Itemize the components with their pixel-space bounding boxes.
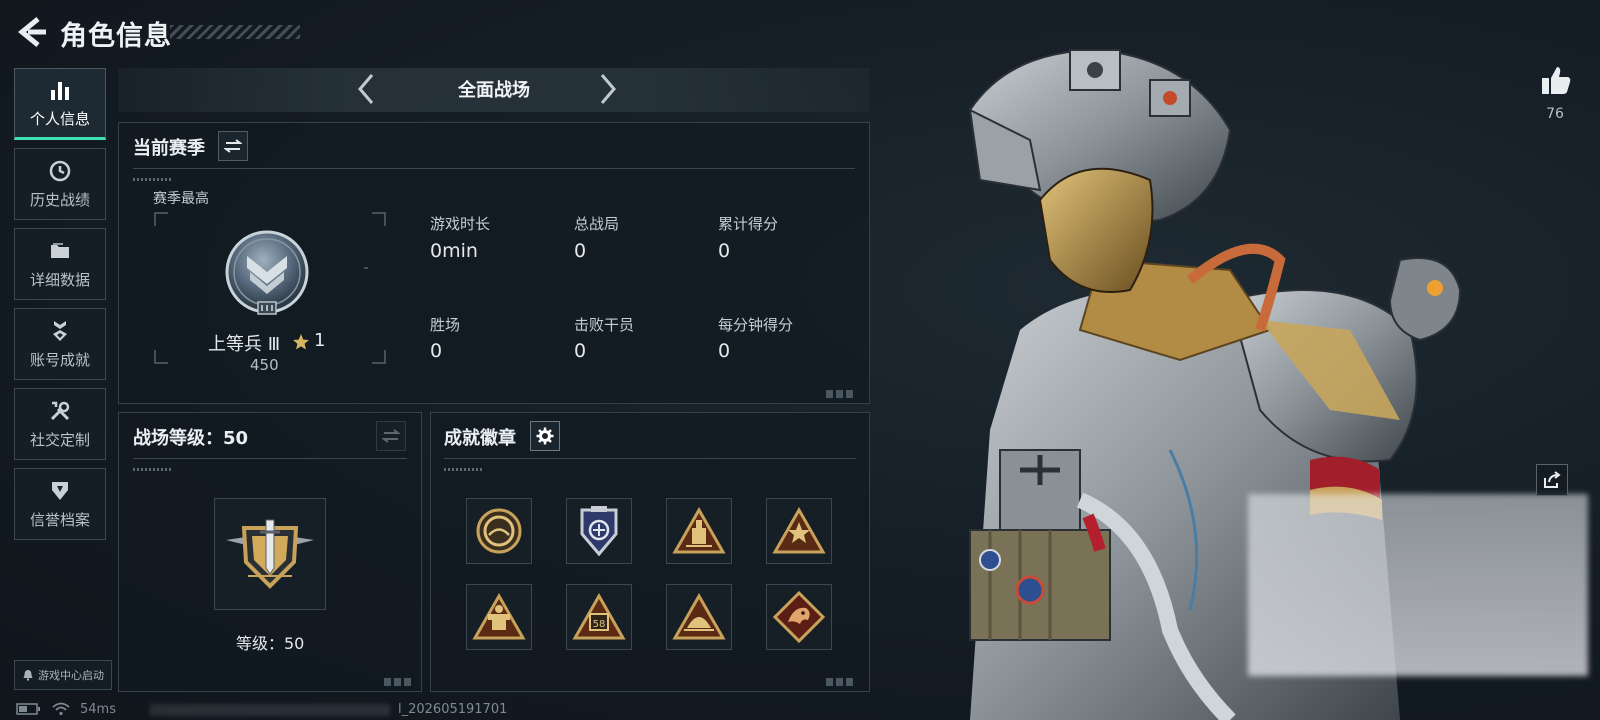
triangle-machine-badge-icon bbox=[472, 592, 526, 640]
bar-chart-icon bbox=[51, 81, 69, 100]
triangle-star-badge-icon bbox=[772, 506, 826, 554]
title-decoration bbox=[170, 25, 300, 39]
stat-value: 0 bbox=[430, 340, 443, 362]
share-button[interactable] bbox=[1536, 464, 1568, 496]
swap-icon bbox=[224, 139, 242, 153]
clock-icon bbox=[49, 160, 71, 181]
build-text: l_202605191701 bbox=[398, 702, 508, 717]
corner-decoration bbox=[826, 390, 854, 398]
page-title: 角色信息 bbox=[60, 21, 172, 52]
stat-label: 击败干员 bbox=[574, 316, 635, 334]
season-title: 当前赛季 bbox=[133, 138, 205, 159]
corner-decoration bbox=[826, 678, 854, 686]
thumbs-up-icon[interactable] bbox=[1540, 64, 1572, 96]
sidebar-item-personal-info[interactable]: 个人信息 bbox=[14, 68, 106, 140]
ring-badge-icon bbox=[476, 508, 522, 554]
shield-crest-badge-icon bbox=[580, 506, 618, 557]
star-icon bbox=[293, 334, 309, 350]
sidebar-item-social-custom[interactable]: 社交定制 bbox=[14, 388, 106, 460]
level-emblem-icon bbox=[226, 519, 314, 589]
blurred-overlay bbox=[1248, 494, 1588, 676]
sidebar-item-label: 详细数据 bbox=[29, 270, 90, 289]
sidebar-item-detailed-data[interactable]: 详细数据 bbox=[14, 228, 106, 300]
stat-label: 累计得分 bbox=[718, 215, 779, 233]
mode-label: 全面战场 bbox=[458, 80, 530, 101]
level-emblem-box bbox=[214, 498, 326, 610]
season-switch-button[interactable] bbox=[218, 131, 248, 161]
achievement-badge[interactable] bbox=[466, 584, 532, 650]
rank-name: 上等兵 Ⅲ bbox=[208, 334, 281, 355]
swap-icon bbox=[382, 429, 400, 443]
badge-settings-button[interactable] bbox=[530, 421, 560, 451]
decoration bbox=[444, 468, 484, 471]
battlefield-level-text: 等级：50 bbox=[236, 634, 305, 653]
achievement-badge[interactable] bbox=[466, 498, 532, 564]
rank-emblem-icon bbox=[225, 230, 309, 315]
like-count: 76 bbox=[1546, 106, 1564, 122]
triangle-58-badge-icon: 58 bbox=[572, 592, 626, 640]
blurred-user-id bbox=[150, 704, 390, 716]
sidebar-item-label: 社交定制 bbox=[29, 430, 90, 449]
stat-label: 游戏时长 bbox=[430, 215, 491, 233]
ping-text: 54ms bbox=[80, 702, 116, 717]
stat-value: 0 bbox=[574, 340, 587, 362]
share-icon bbox=[1544, 471, 1561, 488]
triangle-dome-badge-icon bbox=[672, 592, 726, 640]
sidebar-item-achievements[interactable]: 账号成就 bbox=[14, 308, 106, 380]
achievements-title: 成就徽章 bbox=[444, 428, 516, 449]
game-center-button[interactable]: 游戏中心启动 bbox=[14, 660, 112, 690]
decoration bbox=[133, 468, 173, 471]
corner-decoration bbox=[384, 678, 412, 686]
battlefield-switch-button[interactable] bbox=[376, 421, 406, 451]
shield-badge-icon bbox=[52, 481, 68, 500]
rank-stars: 1 bbox=[314, 330, 326, 351]
divider bbox=[133, 458, 407, 459]
chevron-right-icon[interactable] bbox=[596, 72, 620, 106]
achievement-badge[interactable] bbox=[766, 498, 832, 564]
battery-icon bbox=[16, 703, 40, 715]
badge-number: 58 bbox=[593, 619, 606, 630]
stat-value: 0 bbox=[718, 240, 731, 262]
dragon-badge-icon bbox=[772, 590, 826, 644]
stat-value: 0min bbox=[430, 240, 478, 262]
medal-icon bbox=[53, 320, 67, 341]
achievement-badge[interactable] bbox=[566, 498, 632, 564]
sidebar-item-label: 个人信息 bbox=[29, 109, 90, 128]
stat-value: 0 bbox=[574, 240, 587, 262]
achievement-badge[interactable] bbox=[666, 584, 732, 650]
tools-icon bbox=[50, 401, 70, 420]
achievement-badge[interactable]: 58 bbox=[566, 584, 632, 650]
bell-icon bbox=[23, 670, 33, 681]
battlefield-title: 战场等级：50 bbox=[133, 428, 249, 449]
stat-label: 胜场 bbox=[430, 316, 461, 334]
stat-label: 总战局 bbox=[574, 215, 620, 233]
chevron-left-icon[interactable] bbox=[354, 72, 378, 106]
achievement-badge[interactable] bbox=[666, 498, 732, 564]
back-arrow-icon[interactable] bbox=[14, 14, 50, 50]
sidebar-item-credit-file[interactable]: 信誉档案 bbox=[14, 468, 106, 540]
decoration bbox=[133, 178, 173, 181]
rank-points: 450 bbox=[250, 356, 279, 374]
wifi-icon bbox=[52, 702, 70, 716]
achievement-badge[interactable] bbox=[766, 584, 832, 650]
stat-value: 0 bbox=[718, 340, 731, 362]
triangle-tower-badge-icon bbox=[672, 506, 726, 554]
sidebar-item-label: 账号成就 bbox=[29, 350, 90, 369]
sidebar-item-label: 信誉档案 bbox=[29, 510, 90, 529]
divider bbox=[133, 168, 855, 169]
game-center-label: 游戏中心启动 bbox=[38, 669, 104, 682]
folder-icon bbox=[51, 242, 69, 258]
sidebar-item-label: 历史战绩 bbox=[29, 190, 90, 209]
season-best-label: 赛季最高 bbox=[153, 191, 209, 207]
sidebar-item-history[interactable]: 历史战绩 bbox=[14, 148, 106, 220]
gear-icon bbox=[536, 427, 554, 445]
divider bbox=[444, 458, 856, 459]
stat-label: 每分钟得分 bbox=[718, 316, 794, 334]
